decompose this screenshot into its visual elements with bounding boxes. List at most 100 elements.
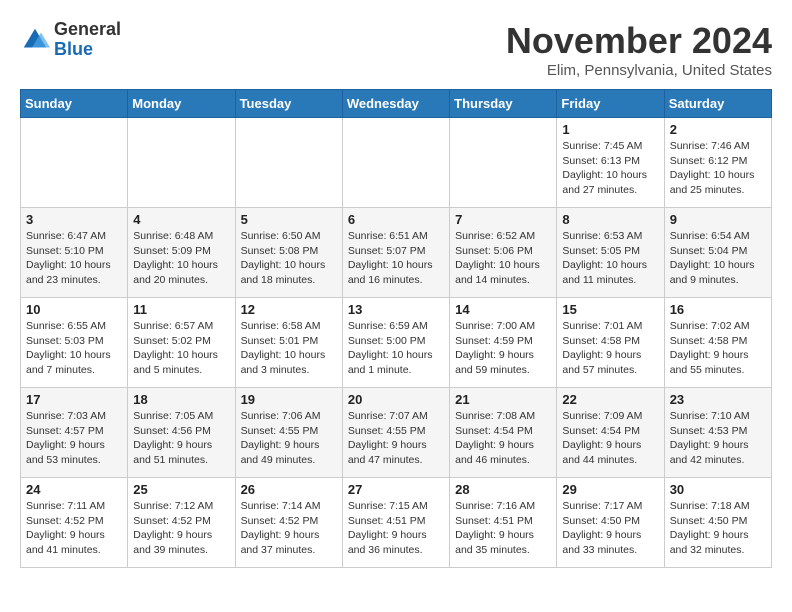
calendar-cell: 10 Sunrise: 6:55 AM Sunset: 5:03 PM Dayli… <box>21 298 128 388</box>
calendar-cell: 26 Sunrise: 7:14 AM Sunset: 4:52 PM Dayli… <box>235 478 342 568</box>
day-number: 14 <box>455 302 551 317</box>
calendar-cell: 18 Sunrise: 7:05 AM Sunset: 4:56 PM Dayli… <box>128 388 235 478</box>
calendar-cell: 23 Sunrise: 7:10 AM Sunset: 4:53 PM Dayli… <box>664 388 771 478</box>
weekday-header-sunday: Sunday <box>21 90 128 118</box>
calendar-cell: 9 Sunrise: 6:54 AM Sunset: 5:04 PM Daylig… <box>664 208 771 298</box>
day-info: Sunrise: 7:16 AM Sunset: 4:51 PM Dayligh… <box>455 499 551 558</box>
day-info: Sunrise: 7:12 AM Sunset: 4:52 PM Dayligh… <box>133 499 229 558</box>
day-number: 2 <box>670 122 766 137</box>
calendar: SundayMondayTuesdayWednesdayThursdayFrid… <box>20 89 772 568</box>
week-row-3: 17 Sunrise: 7:03 AM Sunset: 4:57 PM Dayli… <box>21 388 772 478</box>
calendar-cell: 25 Sunrise: 7:12 AM Sunset: 4:52 PM Dayli… <box>128 478 235 568</box>
calendar-cell: 29 Sunrise: 7:17 AM Sunset: 4:50 PM Dayli… <box>557 478 664 568</box>
calendar-cell <box>342 118 449 208</box>
calendar-cell: 22Sunrise: 7:09 AM Sunset: 4:54 PM Dayli… <box>557 388 664 478</box>
calendar-cell: 28 Sunrise: 7:16 AM Sunset: 4:51 PM Dayli… <box>450 478 557 568</box>
calendar-cell: 3Sunrise: 6:47 AM Sunset: 5:10 PM Daylig… <box>21 208 128 298</box>
logo-icon <box>20 25 50 55</box>
day-number: 26 <box>241 482 337 497</box>
calendar-cell: 30 Sunrise: 7:18 AM Sunset: 4:50 PM Dayli… <box>664 478 771 568</box>
calendar-cell: 1 Sunrise: 7:45 AM Sunset: 6:13 PM Daylig… <box>557 118 664 208</box>
calendar-cell <box>235 118 342 208</box>
day-info: Sunrise: 7:45 AM Sunset: 6:13 PM Dayligh… <box>562 139 658 198</box>
day-number: 1 <box>562 122 658 137</box>
calendar-cell: 12 Sunrise: 6:58 AM Sunset: 5:01 PM Dayli… <box>235 298 342 388</box>
day-number: 30 <box>670 482 766 497</box>
day-info: Sunrise: 6:50 AM Sunset: 5:08 PM Dayligh… <box>241 229 337 288</box>
calendar-cell: 21 Sunrise: 7:08 AM Sunset: 4:54 PM Dayli… <box>450 388 557 478</box>
week-row-0: 1 Sunrise: 7:45 AM Sunset: 6:13 PM Daylig… <box>21 118 772 208</box>
day-number: 29 <box>562 482 658 497</box>
day-number: 10 <box>26 302 122 317</box>
calendar-cell: 8Sunrise: 6:53 AM Sunset: 5:05 PM Daylig… <box>557 208 664 298</box>
day-info: Sunrise: 6:52 AM Sunset: 5:06 PM Dayligh… <box>455 229 551 288</box>
day-info: Sunrise: 6:59 AM Sunset: 5:00 PM Dayligh… <box>348 319 444 378</box>
day-info: Sunrise: 7:07 AM Sunset: 4:55 PM Dayligh… <box>348 409 444 468</box>
week-row-2: 10 Sunrise: 6:55 AM Sunset: 5:03 PM Dayli… <box>21 298 772 388</box>
weekday-header-wednesday: Wednesday <box>342 90 449 118</box>
day-info: Sunrise: 7:03 AM Sunset: 4:57 PM Dayligh… <box>26 409 122 468</box>
logo-blue-text: Blue <box>54 39 93 59</box>
weekday-header-tuesday: Tuesday <box>235 90 342 118</box>
day-number: 23 <box>670 392 766 407</box>
day-number: 16 <box>670 302 766 317</box>
day-info: Sunrise: 7:05 AM Sunset: 4:56 PM Dayligh… <box>133 409 229 468</box>
day-number: 21 <box>455 392 551 407</box>
title-area: November 2024 Elim, Pennsylvania, United… <box>506 20 772 79</box>
day-info: Sunrise: 7:15 AM Sunset: 4:51 PM Dayligh… <box>348 499 444 558</box>
day-number: 12 <box>241 302 337 317</box>
day-info: Sunrise: 7:46 AM Sunset: 6:12 PM Dayligh… <box>670 139 766 198</box>
calendar-cell: 11 Sunrise: 6:57 AM Sunset: 5:02 PM Dayli… <box>128 298 235 388</box>
calendar-cell: 6 Sunrise: 6:51 AM Sunset: 5:07 PM Daylig… <box>342 208 449 298</box>
header: General Blue November 2024 Elim, Pennsyl… <box>20 20 772 79</box>
weekday-header-saturday: Saturday <box>664 90 771 118</box>
weekday-header-thursday: Thursday <box>450 90 557 118</box>
day-info: Sunrise: 6:57 AM Sunset: 5:02 PM Dayligh… <box>133 319 229 378</box>
calendar-cell <box>21 118 128 208</box>
calendar-cell: 27Sunrise: 7:15 AM Sunset: 4:51 PM Dayli… <box>342 478 449 568</box>
calendar-cell: 4 Sunrise: 6:48 AM Sunset: 5:09 PM Daylig… <box>128 208 235 298</box>
day-number: 11 <box>133 302 229 317</box>
day-info: Sunrise: 7:17 AM Sunset: 4:50 PM Dayligh… <box>562 499 658 558</box>
day-number: 17 <box>26 392 122 407</box>
day-info: Sunrise: 7:11 AM Sunset: 4:52 PM Dayligh… <box>26 499 122 558</box>
calendar-cell: 24Sunrise: 7:11 AM Sunset: 4:52 PM Dayli… <box>21 478 128 568</box>
day-info: Sunrise: 6:58 AM Sunset: 5:01 PM Dayligh… <box>241 319 337 378</box>
calendar-cell: 13Sunrise: 6:59 AM Sunset: 5:00 PM Dayli… <box>342 298 449 388</box>
day-info: Sunrise: 7:08 AM Sunset: 4:54 PM Dayligh… <box>455 409 551 468</box>
location: Elim, Pennsylvania, United States <box>506 62 772 79</box>
month-title: November 2024 <box>506 20 772 62</box>
day-info: Sunrise: 7:01 AM Sunset: 4:58 PM Dayligh… <box>562 319 658 378</box>
calendar-cell <box>128 118 235 208</box>
day-number: 8 <box>562 212 658 227</box>
calendar-cell: 14 Sunrise: 7:00 AM Sunset: 4:59 PM Dayli… <box>450 298 557 388</box>
day-number: 18 <box>133 392 229 407</box>
weekday-header-monday: Monday <box>128 90 235 118</box>
day-number: 25 <box>133 482 229 497</box>
calendar-cell: 19Sunrise: 7:06 AM Sunset: 4:55 PM Dayli… <box>235 388 342 478</box>
day-info: Sunrise: 7:00 AM Sunset: 4:59 PM Dayligh… <box>455 319 551 378</box>
calendar-cell: 5 Sunrise: 6:50 AM Sunset: 5:08 PM Daylig… <box>235 208 342 298</box>
day-info: Sunrise: 7:06 AM Sunset: 4:55 PM Dayligh… <box>241 409 337 468</box>
calendar-cell: 16Sunrise: 7:02 AM Sunset: 4:58 PM Dayli… <box>664 298 771 388</box>
day-number: 5 <box>241 212 337 227</box>
day-number: 6 <box>348 212 444 227</box>
day-info: Sunrise: 6:48 AM Sunset: 5:09 PM Dayligh… <box>133 229 229 288</box>
weekday-header-friday: Friday <box>557 90 664 118</box>
logo-general-text: General <box>54 19 121 39</box>
day-number: 3 <box>26 212 122 227</box>
day-info: Sunrise: 6:55 AM Sunset: 5:03 PM Dayligh… <box>26 319 122 378</box>
day-info: Sunrise: 7:10 AM Sunset: 4:53 PM Dayligh… <box>670 409 766 468</box>
calendar-cell: 20Sunrise: 7:07 AM Sunset: 4:55 PM Dayli… <box>342 388 449 478</box>
day-info: Sunrise: 7:09 AM Sunset: 4:54 PM Dayligh… <box>562 409 658 468</box>
day-number: 4 <box>133 212 229 227</box>
day-info: Sunrise: 6:51 AM Sunset: 5:07 PM Dayligh… <box>348 229 444 288</box>
day-info: Sunrise: 7:18 AM Sunset: 4:50 PM Dayligh… <box>670 499 766 558</box>
day-info: Sunrise: 7:14 AM Sunset: 4:52 PM Dayligh… <box>241 499 337 558</box>
day-info: Sunrise: 6:54 AM Sunset: 5:04 PM Dayligh… <box>670 229 766 288</box>
day-number: 9 <box>670 212 766 227</box>
weekday-header-row: SundayMondayTuesdayWednesdayThursdayFrid… <box>21 90 772 118</box>
day-number: 28 <box>455 482 551 497</box>
week-row-4: 24Sunrise: 7:11 AM Sunset: 4:52 PM Dayli… <box>21 478 772 568</box>
calendar-cell: 17 Sunrise: 7:03 AM Sunset: 4:57 PM Dayli… <box>21 388 128 478</box>
